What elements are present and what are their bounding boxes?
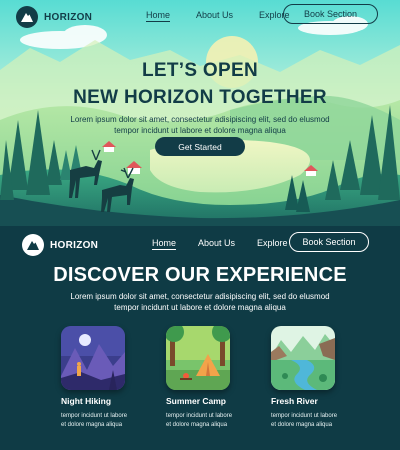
- fresh-river-image: [271, 326, 335, 390]
- card-title: Night Hiking: [61, 396, 112, 406]
- section-navbar: HORIZON Home About Us Explore Book Secti…: [0, 228, 400, 258]
- card-description: tempor incidunt ut labore et dolore magn…: [166, 412, 246, 430]
- nav-link-explore[interactable]: Explore: [257, 238, 288, 250]
- card-desc-line2: et dolore magna aliqua: [271, 422, 333, 428]
- hero-section: HORIZON Home About Us Explore Book Secti…: [0, 0, 400, 226]
- book-section-button[interactable]: Book Section: [283, 4, 378, 24]
- card-desc-line1: tempor incidunt ut labore: [166, 413, 233, 419]
- discover-subtitle-line2: tempor incidunt ut labore et dolore magn…: [114, 303, 286, 312]
- experience-card-night-hiking[interactable]: Night Hiking tempor incidunt ut labore e…: [61, 326, 141, 430]
- experience-card-summer-camp[interactable]: Summer Camp tempor incidunt ut labore et…: [166, 326, 246, 430]
- discover-section: HORIZON Home About Us Explore Book Secti…: [0, 226, 400, 450]
- card-description: tempor incidunt ut labore et dolore magn…: [271, 412, 351, 430]
- card-desc-line1: tempor incidunt ut labore: [61, 413, 128, 419]
- hero-landscape-illustration: [0, 0, 400, 226]
- nav-link-about-us[interactable]: About Us: [198, 238, 235, 250]
- book-section-button[interactable]: Book Section: [289, 232, 369, 252]
- card-description: tempor incidunt ut labore et dolore magn…: [61, 412, 141, 430]
- night-hiking-image: [61, 326, 125, 390]
- card-desc-line2: et dolore magna aliqua: [166, 422, 228, 428]
- mountain-logo-icon: [22, 234, 44, 256]
- hero-title-line1: LET’S OPEN: [142, 60, 258, 81]
- card-desc-line2: et dolore magna aliqua: [61, 422, 123, 428]
- experience-card-fresh-river[interactable]: Fresh River tempor incidunt ut labore et…: [271, 326, 351, 430]
- brand-name: HORIZON: [44, 11, 93, 23]
- hero-subtitle-line1: Lorem ipsum dolor sit amet, consectetur …: [70, 115, 330, 124]
- nav-link-home[interactable]: Home: [152, 238, 177, 250]
- discover-subtitle-line1: Lorem ipsum dolor sit amet, consectetur …: [70, 292, 330, 301]
- card-title: Fresh River: [271, 396, 318, 406]
- nav-link-home[interactable]: Home: [146, 10, 171, 22]
- logo[interactable]: HORIZON: [16, 6, 92, 28]
- top-navbar: HORIZON Home About Us Explore Book Secti…: [0, 0, 400, 30]
- brand-name: HORIZON: [50, 239, 99, 251]
- logo[interactable]: HORIZON: [22, 234, 98, 256]
- nav-link-about-us[interactable]: About Us: [196, 10, 233, 22]
- card-desc-line1: tempor incidunt ut labore: [271, 413, 338, 419]
- discover-title: DISCOVER OUR EXPERIENCE: [53, 264, 347, 286]
- nav-links: Home About Us Explore: [152, 238, 310, 250]
- card-title: Summer Camp: [166, 396, 226, 406]
- summer-camp-image: [166, 326, 230, 390]
- hero-title-line2: NEW HORIZON TOGETHER: [73, 87, 327, 108]
- mountain-logo-icon: [16, 6, 38, 28]
- get-started-button[interactable]: Get Started: [155, 137, 245, 156]
- hero-subtitle-line2: tempor incidunt ut labore et dolore magn…: [114, 126, 286, 135]
